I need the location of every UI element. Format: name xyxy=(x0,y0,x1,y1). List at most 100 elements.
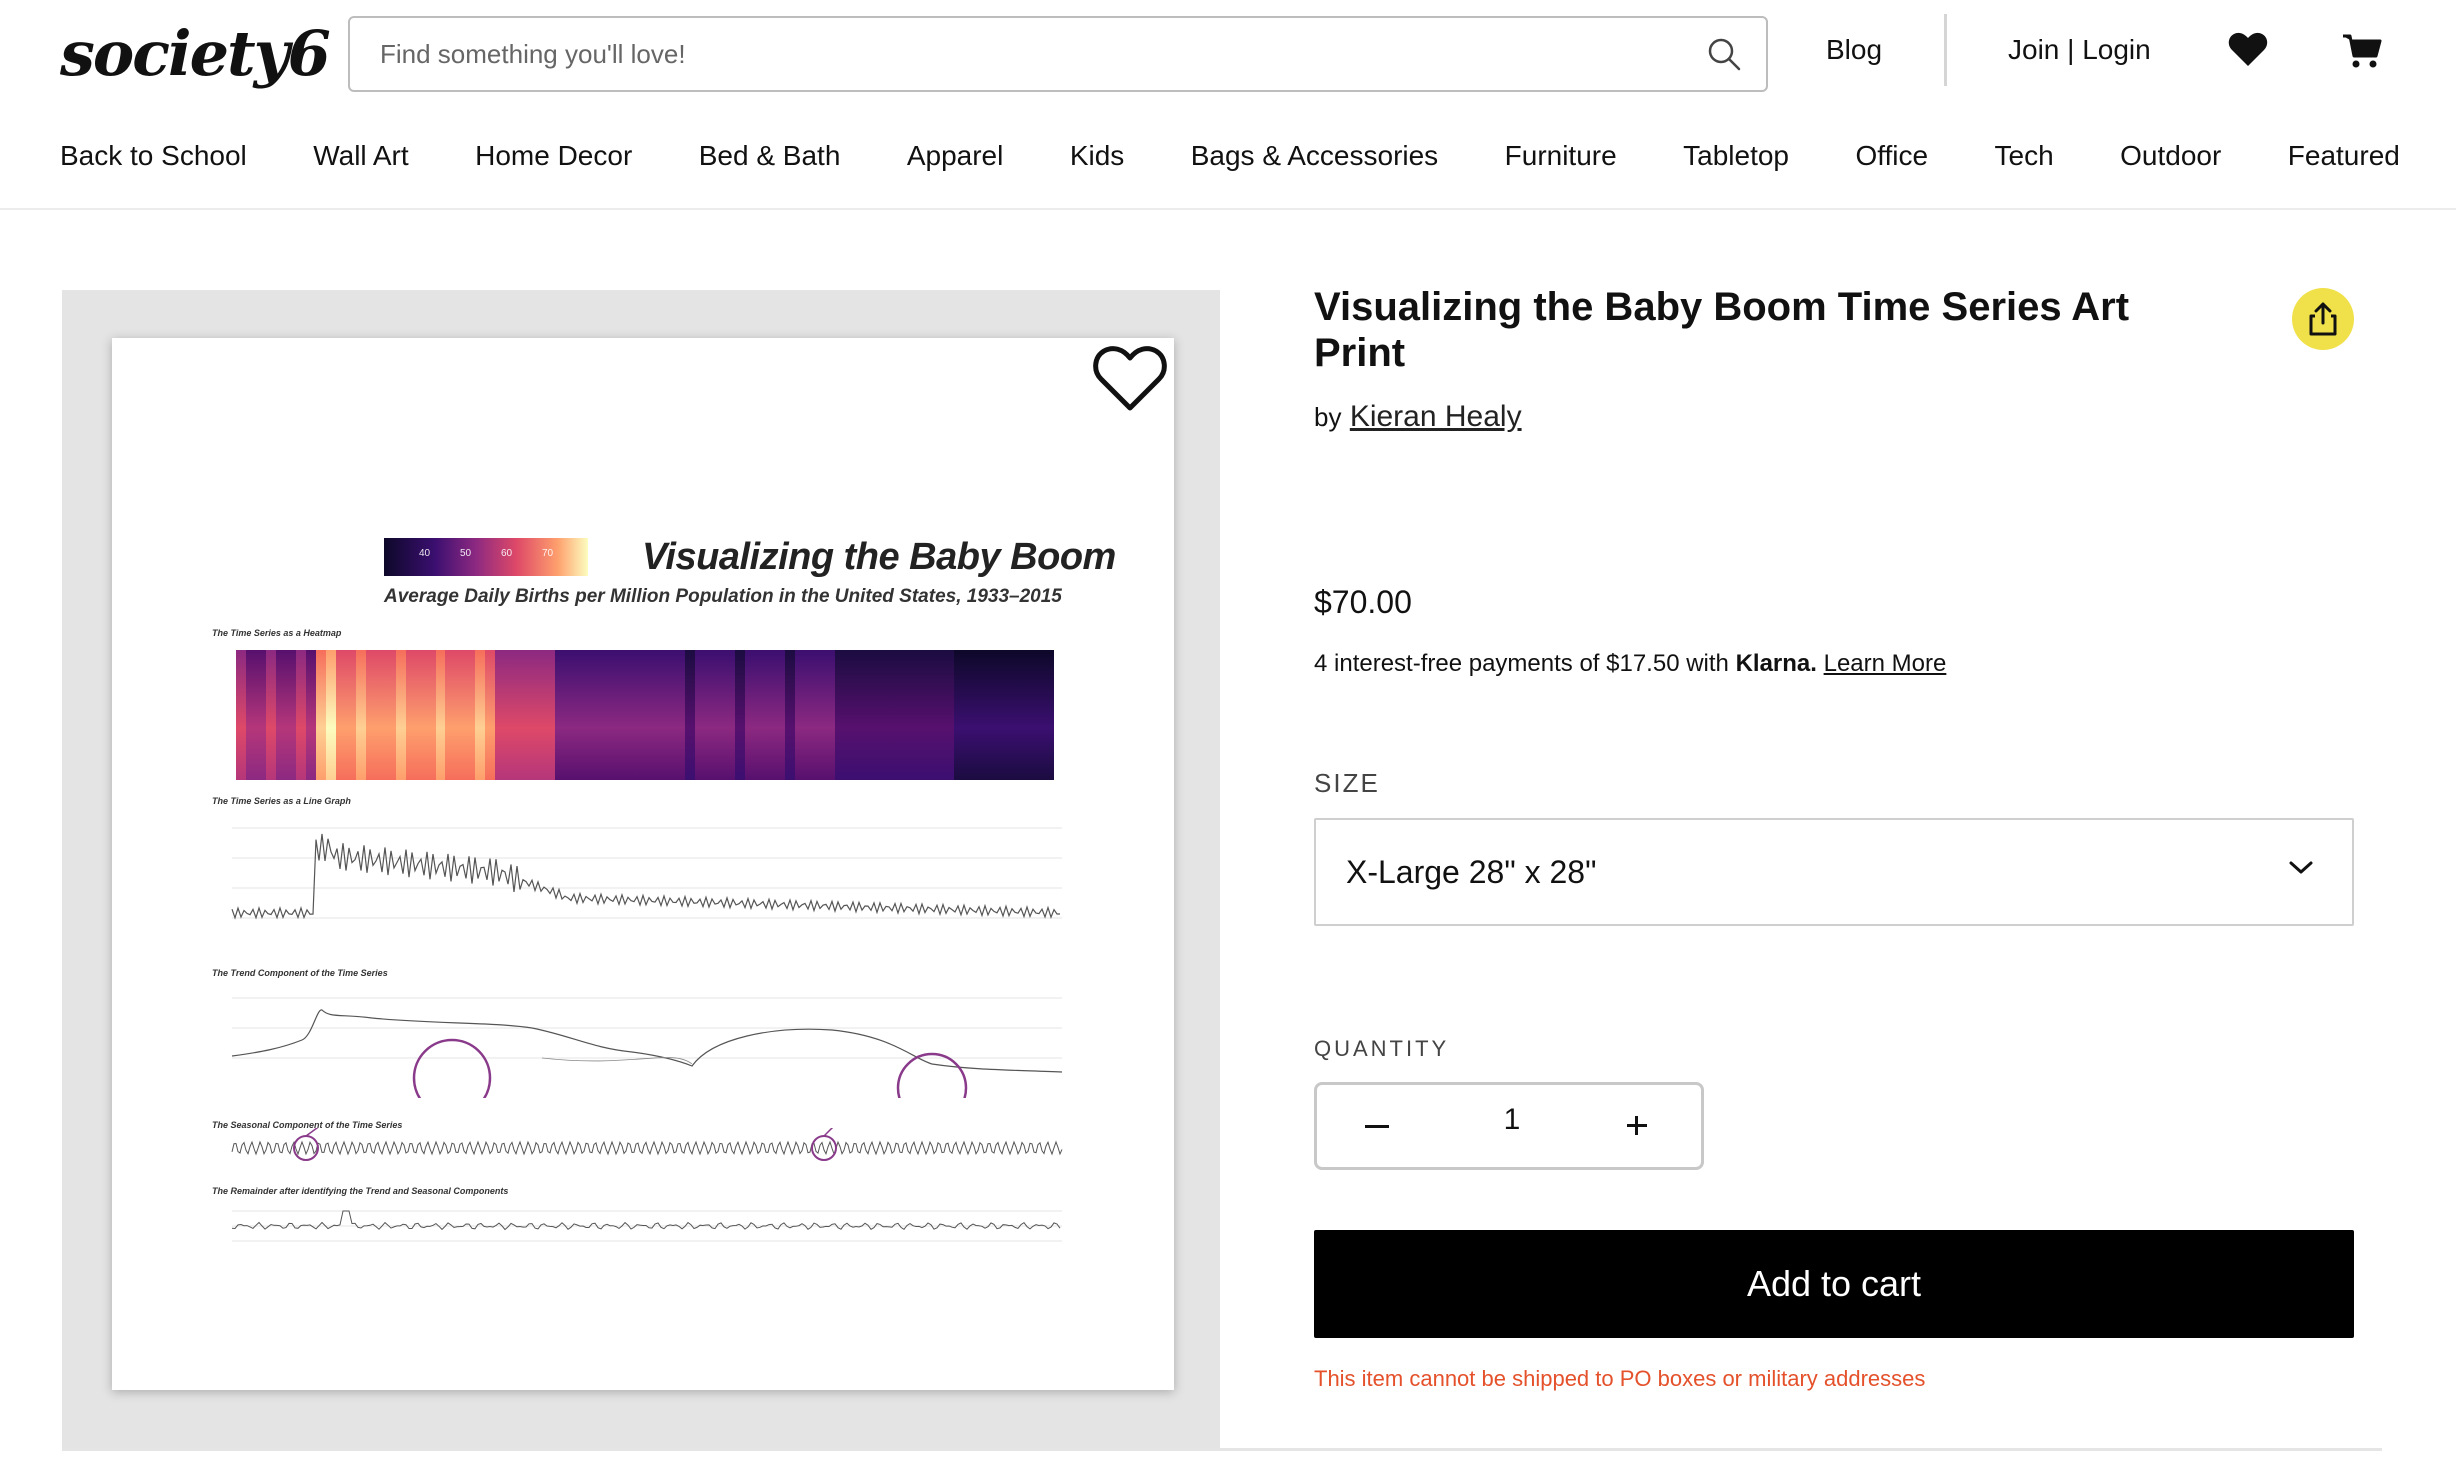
heatmap-column xyxy=(754,650,766,780)
by-label: by xyxy=(1314,402,1342,432)
nav-item-back-to-school[interactable]: Back to School xyxy=(60,134,247,178)
klarna-text: 4 interest-free payments of $17.50 with xyxy=(1314,650,1729,677)
nav-item-home-decor[interactable]: Home Decor xyxy=(475,134,632,178)
share-button[interactable] xyxy=(2292,288,2354,350)
section-label-remainder: The Remainder after identifying the Tren… xyxy=(212,1186,509,1196)
heatmap-column xyxy=(904,650,915,780)
heatmap-column xyxy=(355,650,367,780)
heatmap-column xyxy=(1024,650,1035,780)
heatmap-column xyxy=(465,650,476,780)
heatmap-column xyxy=(744,650,756,780)
quantity-increase-button[interactable] xyxy=(1581,1085,1701,1167)
heatmap-column xyxy=(784,650,796,780)
share-icon xyxy=(2309,302,2337,336)
search-bar xyxy=(348,16,1768,92)
heatmap-column xyxy=(954,650,965,780)
heatmap-column xyxy=(445,650,456,780)
heatmap-column xyxy=(485,650,496,780)
quantity-label: QUANTITY xyxy=(1314,1036,1450,1061)
heatmap-column xyxy=(315,650,327,780)
heatmap-column xyxy=(375,650,387,780)
size-selected-value: X-Large 28" x 28" xyxy=(1346,854,1597,890)
nav-item-tabletop[interactable]: Tabletop xyxy=(1683,134,1789,178)
cart-icon[interactable] xyxy=(2340,28,2384,72)
heatmap-column xyxy=(674,650,686,780)
join-login-link[interactable]: Join | Login xyxy=(2008,30,2151,70)
nav-item-furniture[interactable]: Furniture xyxy=(1505,134,1617,178)
section-label-trend: The Trend Component of the Time Series xyxy=(212,968,388,978)
heatmap-column xyxy=(625,650,636,780)
heatmap-column xyxy=(814,650,826,780)
heatmap-column xyxy=(874,650,885,780)
heatmap-column xyxy=(884,650,895,780)
heatmap-column xyxy=(1014,650,1025,780)
heatmap-column xyxy=(914,650,925,780)
heatmap-column xyxy=(934,650,945,780)
quantity-value[interactable]: 1 xyxy=(1437,1103,1587,1137)
heatmap-column xyxy=(515,650,526,780)
nav-item-featured[interactable]: Featured xyxy=(2288,134,2400,178)
heatmap-column xyxy=(585,650,596,780)
heart-icon[interactable] xyxy=(2226,28,2270,72)
section-label-line-graph: The Time Series as a Line Graph xyxy=(212,796,351,806)
heatmap-column xyxy=(325,650,337,780)
size-select[interactable]: X-Large 28" x 28" xyxy=(1314,818,2354,926)
search-icon[interactable] xyxy=(1706,36,1742,72)
heatmap-column xyxy=(704,650,716,780)
section-label-heatmap: The Time Series as a Heatmap xyxy=(212,628,342,638)
heatmap-column xyxy=(854,650,865,780)
heatmap-column xyxy=(774,650,786,780)
heatmap-column xyxy=(824,650,836,780)
heatmap-column xyxy=(395,650,407,780)
trend-chart xyxy=(231,997,1063,1098)
heatmap-column xyxy=(994,650,1005,780)
nav-item-bed-bath[interactable]: Bed & Bath xyxy=(699,134,841,178)
quantity-decrease-button[interactable] xyxy=(1317,1085,1437,1167)
nav-item-outdoor[interactable]: Outdoor xyxy=(2120,134,2221,178)
heatmap-column xyxy=(335,650,347,780)
heatmap-column xyxy=(615,650,626,780)
header-divider xyxy=(1944,14,1947,86)
blog-link[interactable]: Blog xyxy=(1826,30,1882,70)
remainder-chart xyxy=(231,1210,1062,1242)
heatmap-column xyxy=(535,650,546,780)
artist-link[interactable]: Kieran Healy xyxy=(1350,400,1522,433)
learn-more-link[interactable]: Learn More xyxy=(1824,650,1947,677)
nav-item-office[interactable]: Office xyxy=(1855,134,1928,178)
heatmap-column xyxy=(834,650,845,780)
heatmap-column xyxy=(924,650,935,780)
add-to-cart-button[interactable]: Add to cart xyxy=(1314,1230,2354,1338)
heatmap-column xyxy=(575,650,586,780)
nav-item-wall-art[interactable]: Wall Art xyxy=(313,134,408,178)
nav-item-bags-accessories[interactable]: Bags & Accessories xyxy=(1191,134,1438,178)
legend-tick: 40 xyxy=(418,548,431,559)
minus-icon xyxy=(1365,1125,1389,1128)
heatmap-column xyxy=(844,650,855,780)
nav-item-kids[interactable]: Kids xyxy=(1070,134,1124,178)
heatmap-column xyxy=(984,650,995,780)
heatmap-column xyxy=(236,650,247,780)
heatmap-column xyxy=(1044,650,1054,780)
favorite-heart-icon[interactable] xyxy=(1092,342,1168,414)
artist-byline: by Kieran Healy xyxy=(1314,400,1522,434)
society6-logo[interactable]: society6 xyxy=(60,14,331,94)
nav-item-apparel[interactable]: Apparel xyxy=(907,134,1004,178)
heatmap-column xyxy=(245,650,257,780)
size-label: SIZE xyxy=(1314,768,1380,798)
heatmap-column xyxy=(714,650,726,780)
heatmap-column xyxy=(804,650,816,780)
heatmap-column xyxy=(595,650,606,780)
heatmap-column xyxy=(734,650,746,780)
nav-item-tech[interactable]: Tech xyxy=(1995,134,2054,178)
heatmap-column xyxy=(365,650,377,780)
heatmap-column xyxy=(944,650,955,780)
quantity-stepper: 1 xyxy=(1314,1082,1704,1170)
artwork-subtitle: Average Daily Births per Million Populat… xyxy=(384,586,1062,607)
heatmap-column xyxy=(764,650,776,780)
klarna-brand: Klarna. xyxy=(1735,650,1817,677)
heatmap-column xyxy=(385,650,397,780)
search-input[interactable] xyxy=(350,18,1670,90)
product-image-gallery[interactable]: 40 50 60 70 Visualizing the Baby Boom Avera… xyxy=(62,290,1220,1448)
heatmap-column xyxy=(635,650,646,780)
klarna-info: 4 interest-free payments of $17.50 with … xyxy=(1314,650,1946,678)
